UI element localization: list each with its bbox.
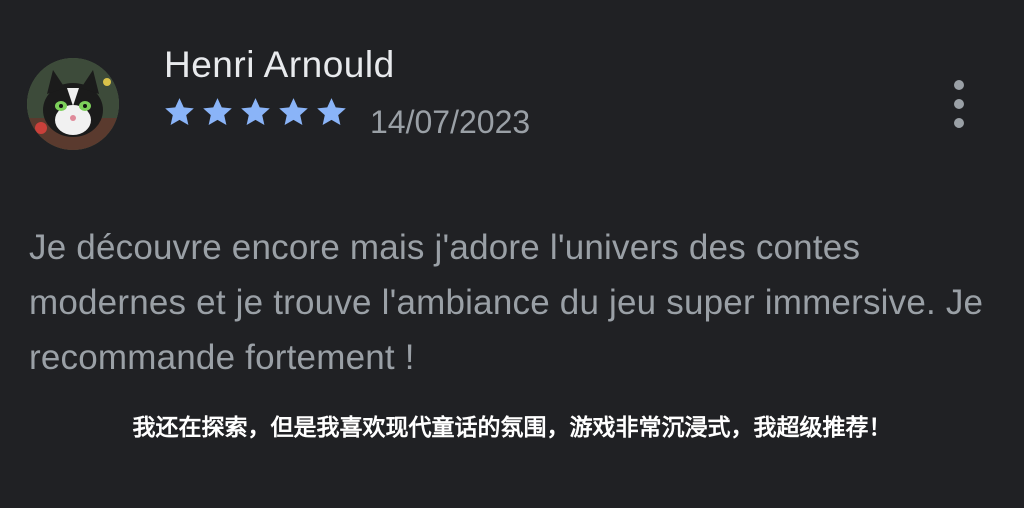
reviewer-name: Henri Arnould xyxy=(164,44,395,85)
star-icon xyxy=(238,92,273,132)
avatar[interactable] xyxy=(27,58,119,150)
review-date: 14/07/2023 xyxy=(370,104,531,140)
star-icon xyxy=(314,92,349,132)
translation-caption: 我还在探索，但是我喜欢现代童话的氛围，游戏非常沉浸式，我超级推荐！ xyxy=(132,415,892,441)
review-text: Je découvre encore mais j'adore l'univer… xyxy=(29,228,984,377)
more-vert-icon-dot xyxy=(954,99,964,109)
more-vert-icon-dot xyxy=(954,118,964,128)
star-icon xyxy=(276,92,311,132)
star-icon xyxy=(162,92,197,132)
star-rating xyxy=(162,92,349,132)
star-icon xyxy=(200,92,235,132)
review-card: Henri Arnould 14/07/2023 Je découvre enc… xyxy=(0,0,1024,508)
cat-avatar-icon xyxy=(27,58,119,150)
more-options-button[interactable] xyxy=(940,76,978,132)
more-vert-icon xyxy=(954,80,964,90)
